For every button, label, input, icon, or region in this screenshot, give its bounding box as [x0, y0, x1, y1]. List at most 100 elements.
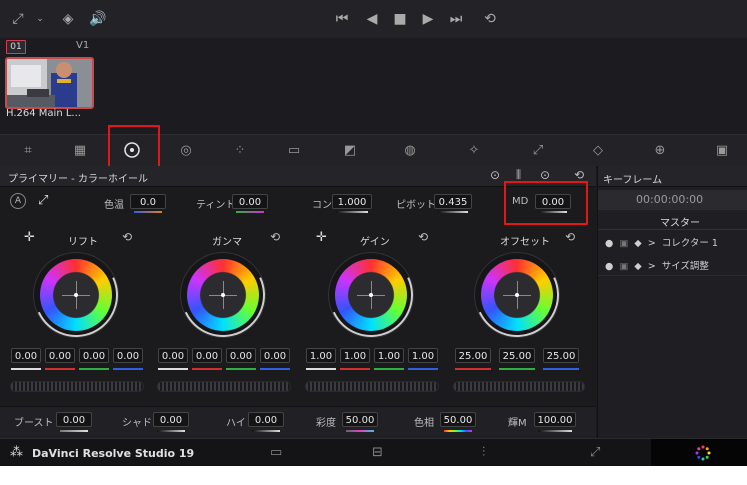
step-back-icon[interactable]: ◀ [362, 9, 382, 29]
offset-wheel-dot[interactable] [515, 293, 519, 297]
lock-icon[interactable]: ▣ [619, 261, 628, 272]
qualifier-icon[interactable]: ✧ [462, 139, 486, 161]
gain-y-value[interactable]: 1.00 [306, 348, 336, 363]
temp-input[interactable]: 0.0 [130, 194, 166, 209]
color-match-icon[interactable]: ▦ [68, 139, 92, 161]
hdr-wheels-icon[interactable]: ◎ [174, 139, 198, 161]
lift-picker-icon[interactable]: ✛ [24, 230, 35, 245]
keyframe-row-corrector[interactable]: ● ▣ ◆ > コレクター 1 [605, 235, 718, 249]
rgb-mixer-icon[interactable]: ⁘ [228, 139, 252, 161]
primaries-wheels-mode-icon[interactable]: ⊙ [490, 168, 500, 182]
davinci-resolve-window: ⤢ ⌄ ◈ 🔊 ⏮ ◀ ■ ▶ ⏭ ⟲ 01 V1 H.264 Main L..… [0, 0, 747, 485]
offset-r-bar [455, 368, 491, 370]
gain-g-value[interactable]: 1.00 [374, 348, 404, 363]
lift-g-value[interactable]: 0.00 [79, 348, 109, 363]
gain-title: ゲイン [360, 237, 390, 248]
keyframe-row-sizing[interactable]: ● ▣ ◆ > サイズ調整 [605, 258, 709, 272]
window-icon[interactable]: ◇ [586, 139, 610, 161]
offset-b-value[interactable]: 25.00 [543, 348, 579, 363]
lift-b-bar [113, 368, 143, 370]
gain-r-bar [340, 368, 370, 370]
auto-color-icon[interactable]: ⤢ [38, 193, 48, 208]
lift-b-value[interactable]: 0.00 [113, 348, 143, 363]
hue-input[interactable]: 50.00 [440, 412, 476, 427]
clip-thumbnail[interactable] [5, 57, 94, 109]
hue-label: 色相 [414, 418, 434, 429]
tint-input[interactable]: 0.00 [232, 194, 268, 209]
color-page-tab-active[interactable] [651, 439, 747, 467]
offset-reset-icon[interactable]: ⟲ [565, 230, 575, 244]
reset-panel-icon[interactable]: ⟲ [574, 168, 584, 182]
boost-input[interactable]: 0.00 [56, 412, 92, 427]
gain-picker-icon[interactable]: ✛ [316, 230, 327, 245]
gamma-master-wheel[interactable] [157, 381, 291, 392]
saturation-input[interactable]: 50.00 [342, 412, 378, 427]
gain-master-wheel[interactable] [305, 381, 439, 392]
gain-r-value[interactable]: 1.00 [340, 348, 370, 363]
gain-reset-icon[interactable]: ⟲ [418, 230, 428, 244]
tracker-icon[interactable]: ⊕ [648, 139, 672, 161]
fairlight-page-icon[interactable]: ⫶ [482, 445, 485, 460]
gain-b-bar [408, 368, 438, 370]
offset-r-value[interactable]: 25.00 [455, 348, 491, 363]
lift-y-value[interactable]: 0.00 [11, 348, 41, 363]
offset-master-wheel[interactable] [453, 381, 585, 392]
sizing-icon[interactable]: ▣ [710, 139, 734, 161]
offset-b-bar [543, 368, 579, 370]
lift-reset-icon[interactable]: ⟲ [122, 230, 132, 244]
eyedropper-icon[interactable]: ⤢ [8, 9, 28, 29]
gamma-r-value[interactable]: 0.00 [192, 348, 222, 363]
offset-g-value[interactable]: 25.00 [499, 348, 535, 363]
lift-master-wheel[interactable] [10, 381, 144, 392]
loop-icon[interactable]: ⟲ [480, 9, 500, 29]
lum-mix-input[interactable]: 100.00 [534, 412, 576, 427]
stop-icon[interactable]: ■ [390, 9, 410, 29]
saturation-label: 彩度 [316, 418, 336, 429]
media-page-icon[interactable]: ▭ [270, 445, 282, 460]
skip-to-end-icon[interactable]: ⏭ [446, 9, 466, 29]
auto-balance-button[interactable]: A [10, 193, 26, 209]
camera-raw-icon[interactable]: ⌗ [16, 139, 40, 161]
fusion-page-icon[interactable]: ⤢ [590, 445, 600, 460]
contrast-input[interactable]: 1.000 [332, 194, 372, 209]
lock-icon[interactable]: ▣ [619, 238, 628, 249]
pivot-input[interactable]: 0.435 [434, 194, 472, 209]
lift-r-value[interactable]: 0.00 [45, 348, 75, 363]
layers-icon[interactable]: ◈ [58, 9, 78, 29]
skip-to-start-icon[interactable]: ⏮ [332, 9, 352, 29]
motion-effects-icon[interactable]: ▭ [282, 139, 306, 161]
pivot-gradient [438, 211, 468, 213]
highlight-label: ハイ [226, 418, 246, 429]
gain-b-value[interactable]: 1.00 [408, 348, 438, 363]
eyedropper-tool-icon[interactable]: ⤢ [526, 139, 550, 161]
edit-page-icon[interactable]: ⊟ [372, 445, 383, 460]
lift-y-bar [11, 368, 41, 370]
speaker-icon[interactable]: 🔊 [88, 9, 108, 29]
color-page-icon [695, 445, 711, 461]
gamma-b-bar [260, 368, 290, 370]
chevron-down-icon[interactable]: ⌄ [30, 9, 50, 29]
gamma-reset-icon[interactable]: ⟲ [270, 230, 280, 244]
saturation-gradient [346, 430, 374, 432]
color-warper-icon[interactable]: ◍ [398, 139, 422, 161]
gain-wheel-dot[interactable] [369, 293, 373, 297]
lift-r-bar [45, 368, 75, 370]
boost-gradient [60, 430, 88, 432]
contrast-gradient [336, 211, 368, 213]
gamma-b-value[interactable]: 0.00 [260, 348, 290, 363]
gamma-y-bar [158, 368, 188, 370]
play-icon[interactable]: ▶ [418, 9, 438, 29]
top-transport-bar: ⤢ ⌄ ◈ 🔊 ⏮ ◀ ■ ▶ ⏭ ⟲ [0, 0, 747, 39]
gain-g-bar [374, 368, 404, 370]
shadow-input[interactable]: 0.00 [153, 412, 189, 427]
curves-icon[interactable]: ◩ [338, 139, 362, 161]
gamma-wheel-dot[interactable] [221, 293, 225, 297]
gamma-g-value[interactable]: 0.00 [226, 348, 256, 363]
lum-mix-label: 輝M [508, 418, 527, 429]
log-wheels-mode-icon[interactable]: ⊙ [540, 168, 550, 182]
gamma-y-value[interactable]: 0.00 [158, 348, 188, 363]
page-navigation-footer: ⁂ DaVinci Resolve Studio 19 ▭ ⊟ ⫶ ⤢ [0, 438, 747, 467]
lift-wheel-dot[interactable] [74, 293, 78, 297]
primaries-bars-mode-icon[interactable]: ⫼ [516, 168, 521, 182]
highlight-input[interactable]: 0.00 [248, 412, 284, 427]
